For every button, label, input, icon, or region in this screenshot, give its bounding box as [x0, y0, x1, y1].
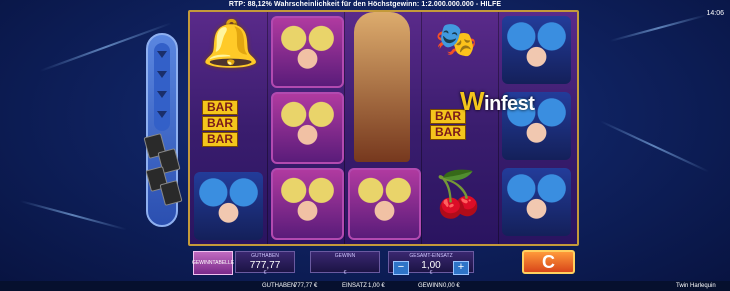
win-panel: GEWINN € [310, 251, 380, 276]
gold-jester-symbol [271, 92, 344, 164]
triple-bar-symbol: BAR BAR BAR [202, 100, 238, 147]
reel-5 [498, 12, 575, 244]
spin-button[interactable]: C [522, 250, 575, 274]
watermark-logo: Winfest [460, 86, 535, 116]
status-bet-label: EINSATZ [342, 283, 367, 289]
status-bet-value: 1,00 € [368, 283, 385, 289]
bg-light-streak [599, 120, 710, 173]
rtp-help-text[interactable]: RTP: 88,12% Wahrscheinlichkeit für den H… [0, 1, 730, 8]
blue-jester-symbol [502, 168, 571, 236]
harlequin-figure [354, 12, 410, 162]
blue-jester-symbol [502, 16, 571, 84]
bg-light-streak [609, 14, 707, 42]
status-bar: GUTHABEN 777,77 € EINSATZ 1,00 € GEWINN … [0, 281, 730, 291]
total-bet-label: GESAMT-EINSATZ [409, 253, 453, 259]
balance-panel: GUTHABEN 777,77 € [235, 251, 295, 276]
reel-area[interactable]: 🔔 BAR BAR BAR 🎭 BAR BAR 🍒 Winfest [188, 10, 579, 246]
reel-3 [344, 12, 422, 244]
gold-jester-symbol [271, 168, 344, 240]
reel-2 [267, 12, 345, 244]
paytable-button[interactable]: GEWINNTABELLE [192, 251, 234, 275]
status-balance-value: 777,77 € [294, 283, 318, 289]
status-win-label: GEWINN [418, 283, 443, 289]
control-bar: GEWINNTABELLE GUTHABEN 777,77 € GEWINN €… [188, 248, 579, 278]
cherry-icon: 🍒 [431, 170, 486, 219]
reel-1: 🔔 BAR BAR BAR [190, 12, 268, 244]
arrow-down-icon [157, 71, 167, 78]
balance-label: GUTHABEN [251, 253, 279, 259]
bg-light-streak [19, 200, 127, 231]
game-name: Twin Harlequin [676, 283, 716, 289]
arrow-down-icon [157, 111, 167, 118]
bell-icon: 🔔 [202, 17, 260, 69]
carnival-mask-icon: 🎭 [435, 21, 478, 59]
blue-jester-symbol [194, 172, 263, 240]
win-unit: € [343, 270, 347, 276]
status-balance-label: GUTHABEN [262, 283, 296, 289]
clock: 14:06 [706, 10, 724, 17]
win-label: GEWINN [334, 253, 356, 259]
reel-4: 🎭 BAR BAR 🍒 [421, 12, 499, 244]
status-win-value: 0,00 € [443, 283, 460, 289]
gold-jester-symbol [271, 16, 344, 88]
spin-icon: C [542, 251, 555, 272]
total-bet-panel: GESAMT-EINSATZ − 1,00 € + [388, 251, 474, 276]
meter-track [154, 43, 170, 131]
arrow-down-icon [157, 51, 167, 58]
bet-plus-button[interactable]: + [453, 261, 469, 275]
gold-jester-symbol [348, 168, 421, 240]
arrow-down-icon [157, 91, 167, 98]
balance-unit: € [263, 270, 267, 276]
